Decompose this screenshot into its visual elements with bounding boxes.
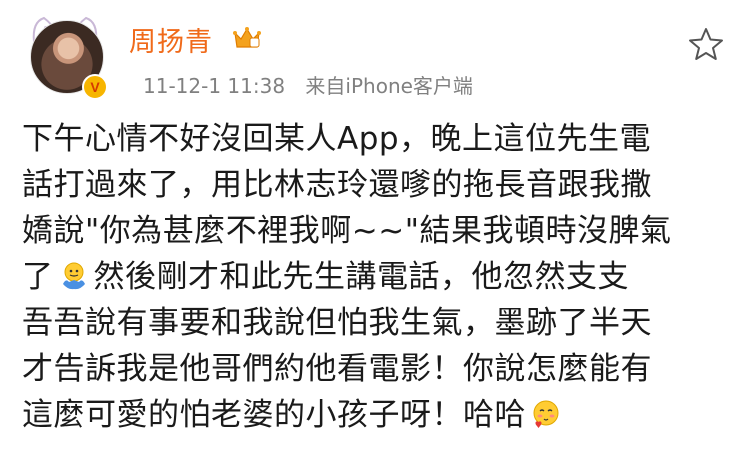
post-meta: 11-12-1 11:38 来自iPhone客户端	[143, 70, 487, 99]
post-line: 下午心情不好沒回某人App，晚上這位先生電	[22, 121, 652, 157]
blush-emoji-icon	[533, 400, 559, 428]
post-line-with-emoji: 了 然後剛才和此先生講電話，他忽然支支	[22, 254, 732, 300]
post-line-with-emoji: 這麼可愛的怕老婆的小孩子呀！哈哈	[22, 392, 732, 438]
post-line: 話打過來了，用比林志玲還嗲的拖長音跟我撒	[22, 167, 652, 203]
post-body: 下午心情不好沒回某人App，晚上這位先生電 話打過來了，用比林志玲還嗲的拖長音跟…	[22, 116, 732, 438]
crown-icon	[233, 27, 261, 48]
star-outline-icon[interactable]	[688, 27, 724, 61]
post-line: 吾吾說有事要和我說但怕我生氣，墨跡了半天	[22, 305, 652, 341]
shrug-emoji-icon	[62, 262, 85, 290]
post-line: 才告訴我是他哥們約他看電影！你說怎麼能有	[22, 351, 652, 387]
post-timestamp: 11-12-1 11:38	[143, 74, 286, 98]
post-line-fragment: 了	[22, 259, 54, 295]
post-line-fragment: 這麼可愛的怕老婆的小孩子呀！哈哈	[22, 397, 526, 433]
username[interactable]: 周扬青	[129, 20, 213, 59]
post-line: 嬌說"你為甚麼不裡我啊~~"結果我頓時沒脾氣	[22, 213, 672, 249]
post-source[interactable]: 来自iPhone客户端	[305, 74, 473, 98]
avatar-container[interactable]: V	[26, 14, 108, 100]
post-line-fragment: 然後剛才和此先生講電話，他忽然支支	[93, 259, 629, 295]
verified-badge-icon: V	[82, 74, 108, 100]
